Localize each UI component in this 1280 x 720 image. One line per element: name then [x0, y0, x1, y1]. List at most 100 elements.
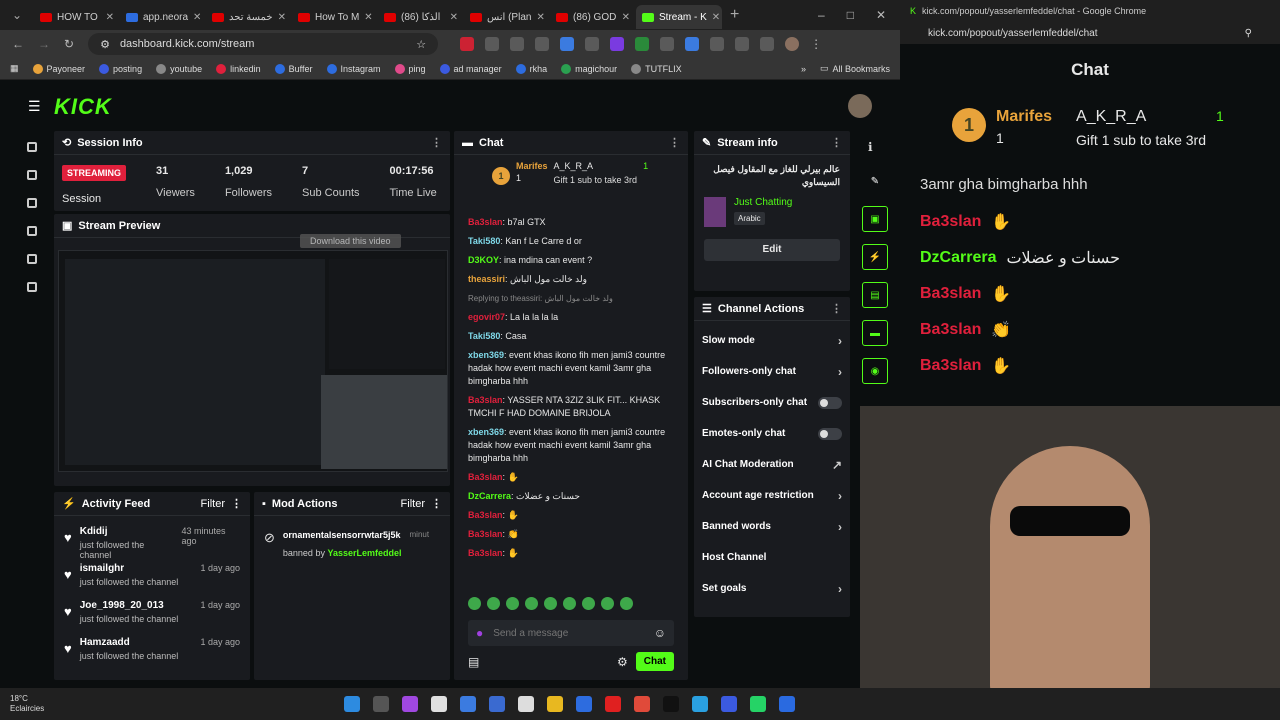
popout-username[interactable]: Ba3slan [920, 321, 981, 339]
chat-icon[interactable]: ▬ [862, 320, 888, 346]
bookmark-item[interactable]: magichour [561, 63, 617, 74]
chat-username[interactable]: Ba3slan [468, 472, 503, 482]
emote-icon[interactable] [582, 597, 595, 610]
chat-username[interactable]: Ba3slan [468, 217, 503, 227]
reload-icon[interactable]: ↻ [64, 37, 74, 51]
browser-tab[interactable]: انس (Plan ✕ [464, 5, 550, 29]
session-menu-icon[interactable]: ⋮ [431, 136, 442, 149]
whatsapp-icon[interactable] [750, 696, 767, 712]
popout-username[interactable]: Ba3slan [920, 285, 981, 303]
app-icon[interactable] [576, 696, 593, 712]
channel-action-item[interactable]: Emotes-only chat [694, 418, 850, 449]
community-icon[interactable] [27, 254, 37, 264]
clip-icon[interactable]: ▣ [862, 206, 888, 232]
popout-chat-message[interactable]: Ba3slan ✋ [900, 276, 1280, 312]
tab-close-icon[interactable]: ✕ [364, 12, 372, 23]
tab-close-icon[interactable]: ✕ [193, 12, 201, 23]
start-icon[interactable] [344, 696, 361, 712]
folder-icon[interactable] [547, 696, 564, 712]
app-icon[interactable] [489, 696, 506, 712]
chat-username[interactable]: egovir07 [468, 312, 505, 322]
opera-icon[interactable] [605, 696, 622, 712]
bookmark-item[interactable]: ad manager [439, 63, 502, 74]
chat-menu-icon[interactable]: ⋮ [669, 136, 680, 149]
content-icon[interactable] [27, 170, 37, 180]
close-window-icon[interactable]: ✕ [876, 8, 886, 22]
extension-icon[interactable] [635, 37, 650, 51]
pencil-icon[interactable]: ✎ [862, 168, 888, 194]
chat-message[interactable]: Ba3slan: 👏 [454, 525, 688, 544]
bookmark-item[interactable]: ping [394, 63, 426, 74]
extension-icon[interactable] [510, 37, 525, 51]
apps-grid-icon[interactable]: ▦ [10, 63, 19, 74]
moderation-icon[interactable] [27, 226, 37, 236]
forward-icon[interactable]: → [38, 37, 50, 51]
back-icon[interactable]: ← [12, 37, 24, 51]
emote-icon[interactable] [468, 597, 481, 610]
popout-chat-message[interactable]: Ba3slan 👏 [900, 312, 1280, 348]
all-bookmarks[interactable]: ▭ All Bookmarks [820, 63, 890, 74]
mod-menu-icon[interactable]: ⋮ [431, 497, 442, 510]
activity-filter-button[interactable]: Filter [201, 498, 225, 510]
activity-menu-icon[interactable]: ⋮ [231, 497, 242, 510]
edit-stream-button[interactable]: Edit [704, 239, 840, 261]
channel-action-item[interactable]: Followers-only chat › [694, 356, 850, 387]
profile-avatar[interactable] [785, 37, 800, 51]
bookmark-star-icon[interactable]: ☆ [416, 38, 426, 51]
gift-sub-prompt[interactable]: Gift 1 sub to take 3rd [554, 175, 638, 185]
microphone-icon[interactable]: ● [476, 626, 483, 640]
app-icon[interactable] [460, 696, 477, 712]
stream-info-menu-icon[interactable]: ⋮ [831, 136, 842, 149]
bookmark-item[interactable]: linkedin [216, 63, 261, 74]
extension-icon[interactable] [735, 37, 750, 51]
chat-username[interactable]: Ba3slan [468, 395, 503, 405]
chat-message[interactable]: egovir07: La la la la la [454, 308, 688, 327]
popout-username[interactable]: DzCarrera [920, 249, 996, 267]
browser-tab[interactable]: (86) GOD ✕ [550, 5, 636, 29]
send-chat-button[interactable]: Chat [635, 652, 674, 671]
chat-message[interactable]: xben369: event khas ikono fih men jami3 … [454, 423, 688, 468]
extensions-puzzle-icon[interactable] [710, 37, 725, 51]
emote-icon[interactable] [601, 597, 614, 610]
chat-message[interactable]: Ba3slan: ✋ [454, 506, 688, 525]
chat-input[interactable]: ● ☺ [468, 620, 674, 646]
follower-name[interactable]: Joe_1998_20_013 [80, 600, 179, 611]
trophy-icon[interactable] [27, 198, 37, 208]
more-bookmarks-icon[interactable]: » [801, 64, 806, 74]
task-view-icon[interactable] [373, 696, 390, 712]
channel-action-item[interactable]: Banned words › [694, 511, 850, 542]
channel-action-item[interactable]: Set goals › [694, 573, 850, 604]
app-icon[interactable] [779, 696, 796, 712]
emoji-picker-icon[interactable]: ☺ [654, 626, 666, 640]
follower-name[interactable]: Hamzaadd [80, 637, 179, 648]
tiktok-icon[interactable] [663, 696, 680, 712]
telegram-icon[interactable] [692, 696, 709, 712]
toggle-switch[interactable] [818, 396, 842, 409]
hamburger-menu-icon[interactable]: ☰ [28, 98, 41, 115]
notes-icon[interactable]: ▤ [862, 282, 888, 308]
bookmark-item[interactable]: posting [99, 63, 142, 74]
chat-username[interactable]: xben369 [468, 427, 504, 437]
bookmark-item[interactable]: rkha [515, 63, 547, 74]
lightning-icon[interactable]: ⚡ [862, 244, 888, 270]
chrome-icon[interactable] [634, 696, 651, 712]
chat-message[interactable]: Taki580: Kan f Le Carre d or [454, 232, 688, 251]
extension-icon[interactable] [685, 37, 700, 51]
broadcast-icon[interactable]: ◉ [862, 358, 888, 384]
moderator-name[interactable]: YasserLemfeddel [327, 548, 401, 558]
chat-settings-icon[interactable]: ⚙ [617, 655, 628, 669]
extension-icon[interactable] [560, 37, 575, 51]
app-icon[interactable] [431, 696, 448, 712]
extension-icon[interactable] [610, 37, 625, 51]
toggle-switch[interactable] [818, 427, 842, 440]
channel-action-item[interactable]: Account age restriction › [694, 480, 850, 511]
chat-message[interactable]: xben369: event khas ikono fih men jami3 … [454, 346, 688, 391]
maximize-icon[interactable]: □ [847, 8, 854, 22]
emote-icon[interactable] [620, 597, 633, 610]
kick-logo[interactable]: KICK [54, 94, 112, 120]
popout-gift-prompt[interactable]: Gift 1 sub to take 3rd [1076, 132, 1206, 148]
tab-close-icon[interactable]: ✕ [712, 12, 720, 23]
info-icon[interactable]: ℹ [868, 140, 873, 154]
popout-zoom-icon[interactable]: ⚲ [1245, 28, 1252, 39]
popout-chat-message[interactable]: Ba3slan ✋ [900, 348, 1280, 384]
